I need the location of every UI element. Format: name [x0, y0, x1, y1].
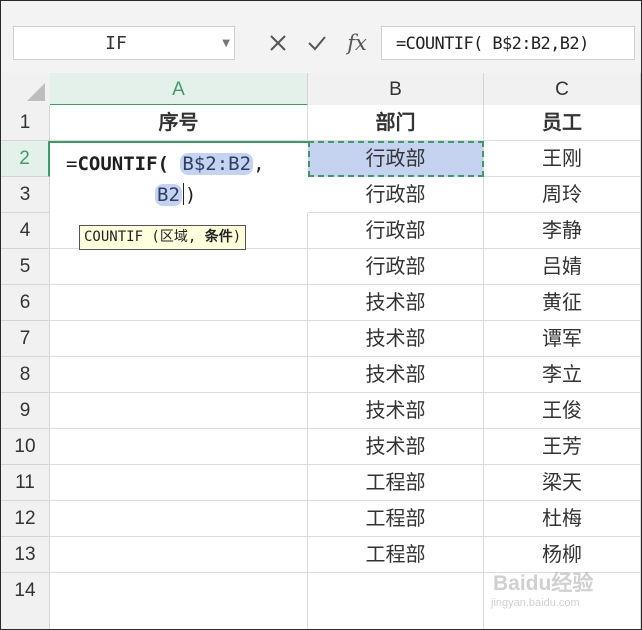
row-header-7[interactable]: 7 [1, 321, 50, 357]
cell-b10[interactable]: 技术部 [308, 429, 484, 465]
row-header-9[interactable]: 9 [1, 393, 50, 429]
close-icon[interactable] [264, 29, 292, 57]
cell-c5[interactable]: 吕婧 [484, 249, 641, 285]
insert-function-icon[interactable]: fx [341, 29, 373, 57]
cell-b4[interactable]: 行政部 [308, 213, 484, 249]
row-header-6[interactable]: 6 [1, 285, 50, 321]
row-header-3[interactable]: 3 [1, 177, 50, 213]
cell-c9[interactable]: 王俊 [484, 393, 641, 429]
name-box[interactable]: IF ▼ [13, 26, 235, 60]
cell-a10[interactable] [50, 429, 308, 465]
cell-b7[interactable]: 技术部 [308, 321, 484, 357]
cell-b14[interactable] [308, 573, 484, 629]
cell-c12[interactable]: 杜梅 [484, 501, 641, 537]
cell-b3[interactable]: 行政部 [308, 177, 484, 213]
cell-c7[interactable]: 谭军 [484, 321, 641, 357]
cell-a6[interactable] [50, 285, 308, 321]
editor-comma: , [253, 153, 265, 175]
row-header-11[interactable]: 11 [1, 465, 50, 501]
cell-b2[interactable]: 行政部 [308, 141, 484, 177]
editor-function-name: COUNTIF( [77, 153, 169, 175]
cell-c2[interactable]: 王刚 [484, 141, 641, 177]
select-all-triangle-icon [27, 83, 45, 101]
row-header-14[interactable]: 14 [1, 573, 50, 629]
cell-b6[interactable]: 技术部 [308, 285, 484, 321]
sheet-grid: A B C 1 2 3 4 5 6 7 8 9 10 11 12 13 14 序号 部门 员工 行政部 王刚… [1, 73, 641, 629]
function-signature-tooltip: COUNTIF (区域, 条件) [79, 225, 247, 250]
cell-b9[interactable]: 技术部 [308, 393, 484, 429]
watermark-sub: jingyan.baidu.com [491, 597, 580, 609]
cell-b11[interactable]: 工程部 [308, 465, 484, 501]
text-caret [182, 183, 184, 205]
row-header-10[interactable]: 10 [1, 429, 50, 465]
cell-a13[interactable] [50, 537, 308, 573]
cell-a5[interactable] [50, 249, 308, 285]
select-all-button[interactable] [1, 73, 51, 107]
cell-c3[interactable]: 周玲 [484, 177, 641, 213]
cell-c6[interactable]: 黄征 [484, 285, 641, 321]
cell-a9[interactable] [50, 393, 308, 429]
editor-criteria-reference[interactable]: B2 [155, 184, 182, 206]
check-icon[interactable] [303, 29, 331, 57]
formula-text: =COUNTIF( B$2:B2,B2) [396, 34, 589, 54]
cell-b12[interactable]: 工程部 [308, 501, 484, 537]
cell-a11[interactable] [50, 465, 308, 501]
cell-c10[interactable]: 王芳 [484, 429, 641, 465]
formula-bar: IF ▼ fx =COUNTIF( B$2:B2,B2) [1, 1, 641, 73]
row-header-12[interactable]: 12 [1, 501, 50, 537]
editor-line-1: =COUNTIF( B$2:B2, [66, 153, 265, 175]
row-header-2[interactable]: 2 [1, 141, 50, 177]
cell-editor-a2[interactable]: =COUNTIF( B$2:B2, B2) [50, 141, 308, 213]
formula-input[interactable]: =COUNTIF( B$2:B2,B2) [381, 26, 635, 60]
cell-c11[interactable]: 梁天 [484, 465, 641, 501]
column-header-a[interactable]: A [50, 73, 308, 106]
cell-b13[interactable]: 工程部 [308, 537, 484, 573]
row-header-5[interactable]: 5 [1, 249, 50, 285]
watermark-text: Baidu经验 [493, 572, 594, 595]
name-box-value: IF [105, 33, 127, 54]
editor-range-reference[interactable]: B$2:B2 [180, 153, 254, 175]
row-header-4[interactable]: 4 [1, 213, 50, 249]
cell-b8[interactable]: 技术部 [308, 357, 484, 393]
spreadsheet-window: IF ▼ fx =COUNTIF( B$2:B2,B2) A B C 12345… [0, 0, 642, 630]
baidu-watermark: Baidu经验 jingyan.baidu.com [489, 567, 613, 617]
row-header-8[interactable]: 8 [1, 357, 50, 393]
column-header-c[interactable]: C [484, 73, 641, 106]
cell-b5[interactable]: 行政部 [308, 249, 484, 285]
cell-a12[interactable] [50, 501, 308, 537]
editor-line-2: B2) [155, 183, 196, 206]
cell-a8[interactable] [50, 357, 308, 393]
cell-a7[interactable] [50, 321, 308, 357]
dropdown-arrow-icon[interactable]: ▼ [222, 27, 230, 61]
row-header-13[interactable]: 13 [1, 537, 50, 573]
cell-a14[interactable] [50, 573, 308, 629]
editor-equals: = [66, 153, 78, 175]
row-header-1[interactable]: 1 [1, 105, 50, 141]
cell-c4[interactable]: 李静 [484, 213, 641, 249]
cell-b1[interactable]: 部门 [308, 105, 484, 141]
editor-close-paren: ) [184, 184, 197, 206]
column-header-b[interactable]: B [308, 73, 484, 106]
cell-a1[interactable]: 序号 [50, 105, 308, 141]
tooltip-close-paren: ) [232, 229, 242, 245]
tooltip-active-argument: 条件 [204, 229, 233, 245]
cell-c8[interactable]: 李立 [484, 357, 641, 393]
tooltip-signature: COUNTIF (区域, [84, 229, 205, 245]
cell-c1[interactable]: 员工 [484, 105, 641, 141]
